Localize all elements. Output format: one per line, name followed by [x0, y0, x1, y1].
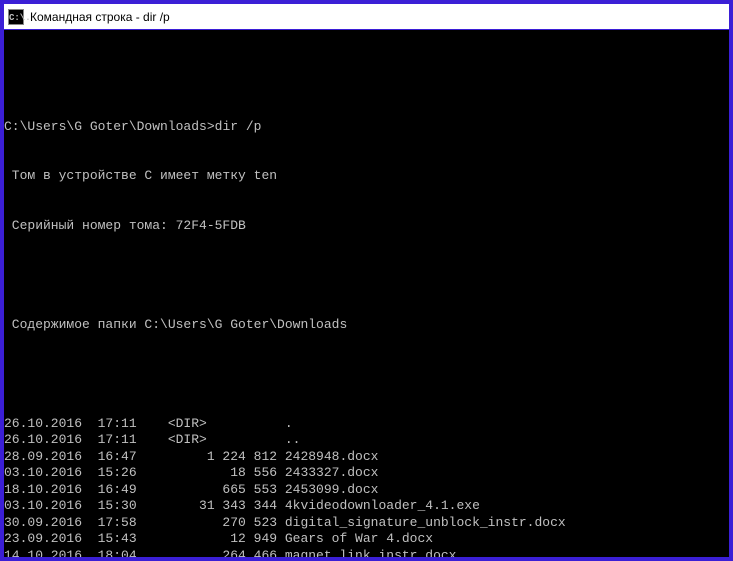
blank-line [4, 69, 729, 86]
dir-entry: 28.09.2016 16:47 1 224 812 2428948.docx [4, 449, 729, 466]
prompt: C:\Users\G Goter\Downloads> [4, 119, 215, 134]
dir-entry: 23.09.2016 15:43 12 949 Gears of War 4.d… [4, 531, 729, 548]
dir-entries: 26.10.2016 17:11 <DIR> .26.10.2016 17:11… [4, 416, 729, 558]
dir-entry: 03.10.2016 15:30 31 343 344 4kvideodownl… [4, 498, 729, 515]
titlebar[interactable]: C:\. Командная строка - dir /p [4, 4, 729, 30]
serial-line: Серийный номер тома: 72F4-5FDB [4, 218, 729, 235]
prompt-line: C:\Users\G Goter\Downloads>dir /p [4, 119, 729, 136]
window-title: Командная строка - dir /p [30, 10, 170, 24]
dir-entry: 26.10.2016 17:11 <DIR> .. [4, 432, 729, 449]
dir-entry: 03.10.2016 15:26 18 556 2433327.docx [4, 465, 729, 482]
command-prompt-window: C:\. Командная строка - dir /p C:\Users\… [0, 0, 733, 561]
blank-line [4, 366, 729, 383]
dir-entry: 18.10.2016 16:49 665 553 2453099.docx [4, 482, 729, 499]
terminal-output[interactable]: C:\Users\G Goter\Downloads>dir /p Том в … [4, 30, 729, 557]
dir-of-line: Содержимое папки C:\Users\G Goter\Downlo… [4, 317, 729, 334]
dir-entry: 14.10.2016 18:04 264 466 magnet_link_ins… [4, 548, 729, 558]
volume-line: Том в устройстве C имеет метку ten [4, 168, 729, 185]
command: dir /p [215, 119, 262, 134]
dir-entry: 26.10.2016 17:11 <DIR> . [4, 416, 729, 433]
dir-entry: 30.09.2016 17:58 270 523 digital_signatu… [4, 515, 729, 532]
blank-line [4, 267, 729, 284]
cmd-icon: C:\. [8, 9, 24, 25]
